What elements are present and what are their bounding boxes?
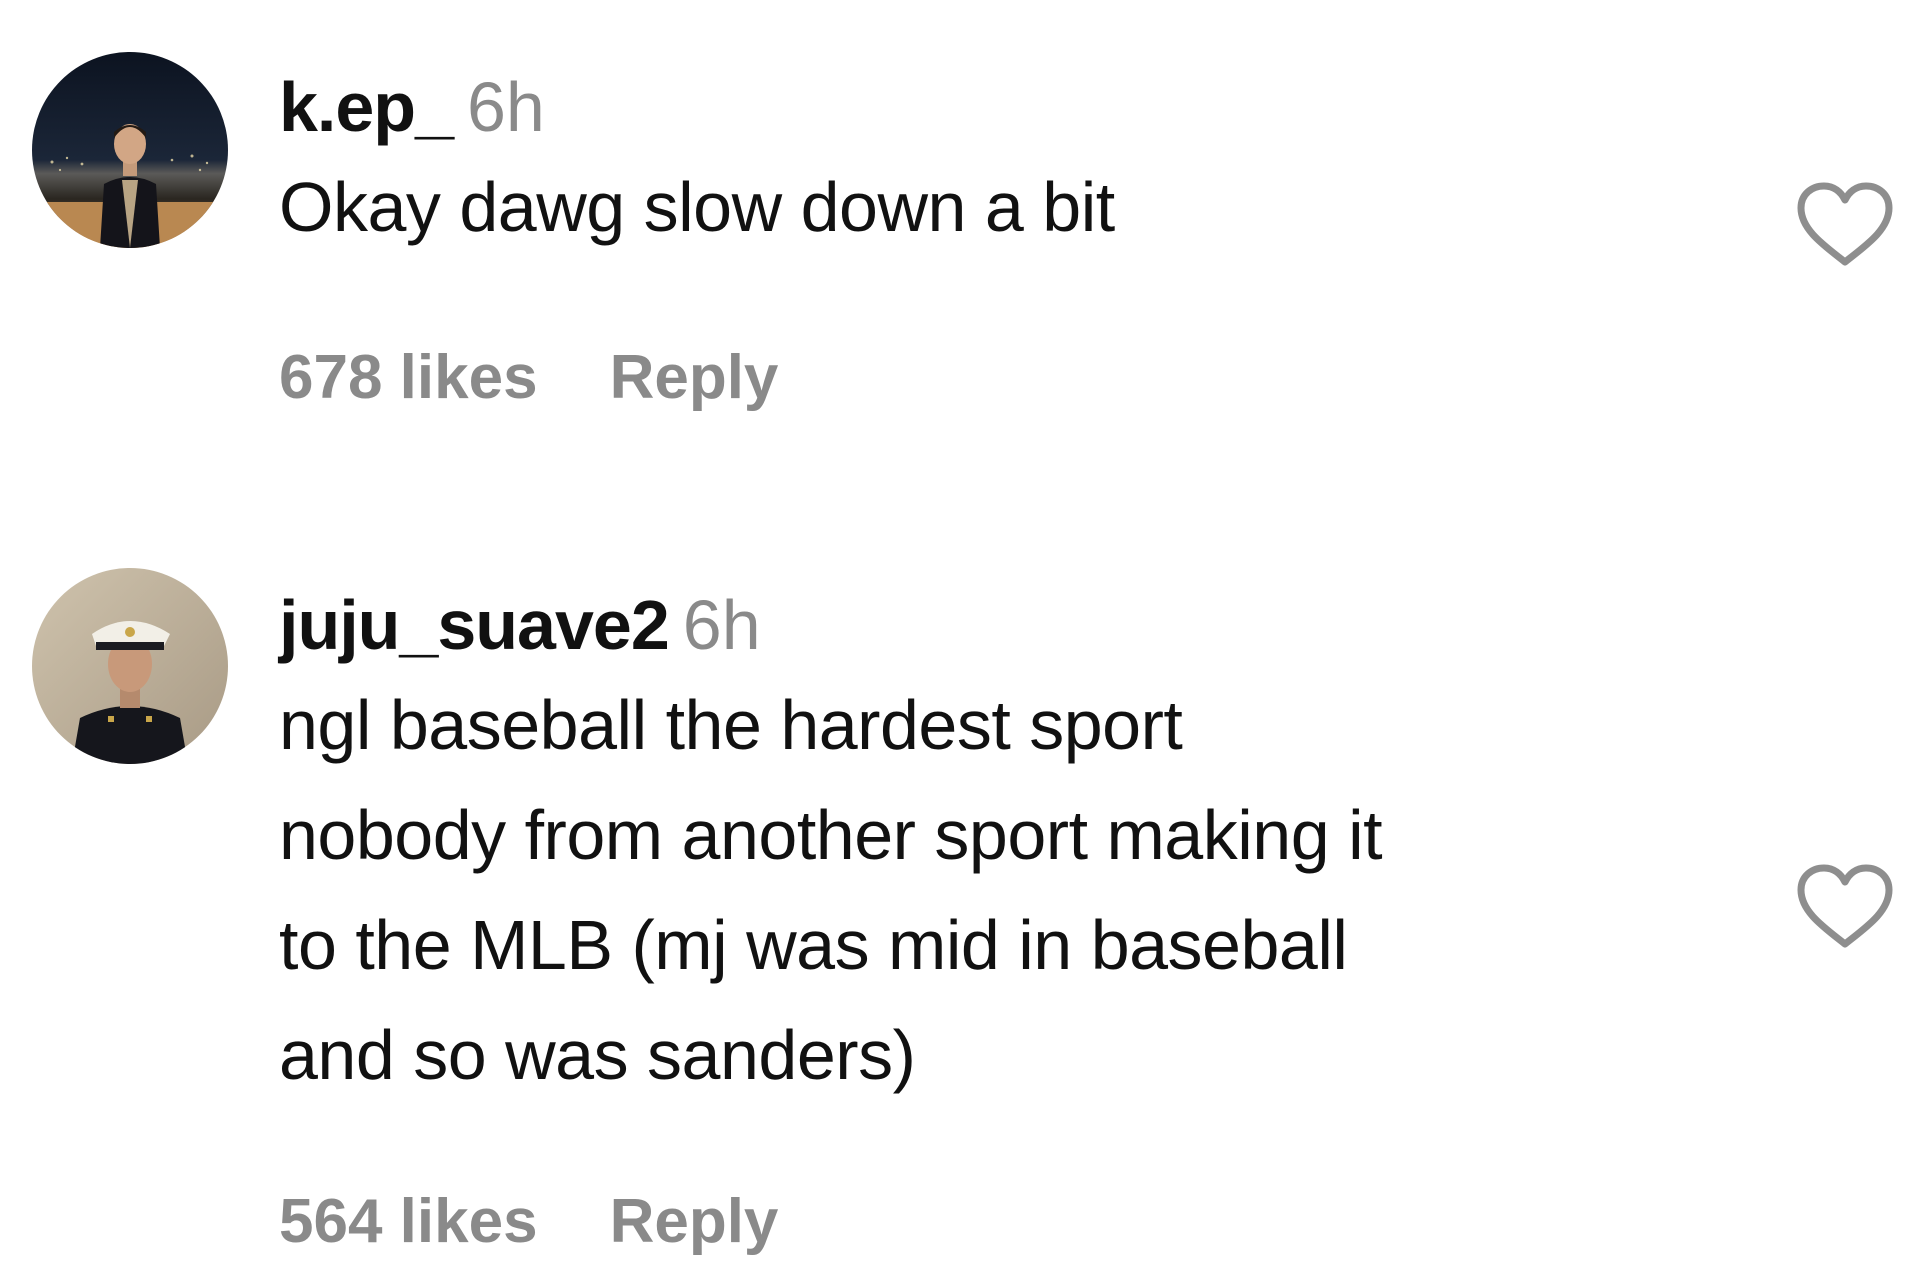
comment-header: juju_suave2 6h bbox=[279, 580, 1719, 670]
comment-text: Okay dawg slow down a bit bbox=[279, 168, 1115, 246]
comment-timestamp: 6h bbox=[682, 586, 761, 664]
comment-text: ngl baseball the hardest sport nobody fr… bbox=[279, 686, 1383, 1094]
avatar[interactable] bbox=[32, 52, 228, 248]
likes-count[interactable]: 564 likes bbox=[279, 1187, 538, 1256]
reply-button[interactable]: Reply bbox=[610, 1187, 779, 1256]
like-button[interactable] bbox=[1795, 180, 1895, 270]
comment-header: k.ep_ 6h bbox=[279, 62, 1719, 152]
username-link[interactable]: k.ep_ bbox=[279, 68, 454, 146]
comment-actions: 564 likes Reply bbox=[279, 1186, 778, 1257]
comment-content: k.ep_ 6h Okay dawg slow down a bit bbox=[279, 62, 1719, 262]
avatar[interactable] bbox=[32, 568, 228, 764]
comment-actions: 678 likes Reply bbox=[279, 342, 778, 413]
comment-content: juju_suave2 6h ngl baseball the hardest s… bbox=[279, 580, 1719, 1110]
profile-photo-icon bbox=[32, 568, 228, 764]
like-button[interactable] bbox=[1795, 862, 1895, 952]
reply-button[interactable]: Reply bbox=[610, 343, 779, 412]
heart-outline-icon bbox=[1797, 864, 1893, 948]
profile-photo-icon bbox=[32, 52, 228, 248]
heart-outline-icon bbox=[1797, 182, 1893, 266]
comment-item: k.ep_ 6h Okay dawg slow down a bit 678 li… bbox=[0, 0, 1920, 480]
comment-item: juju_suave2 6h ngl baseball the hardest s… bbox=[0, 540, 1920, 1280]
likes-count[interactable]: 678 likes bbox=[279, 343, 538, 412]
username-link[interactable]: juju_suave2 bbox=[279, 586, 670, 664]
comment-timestamp: 6h bbox=[467, 68, 545, 146]
